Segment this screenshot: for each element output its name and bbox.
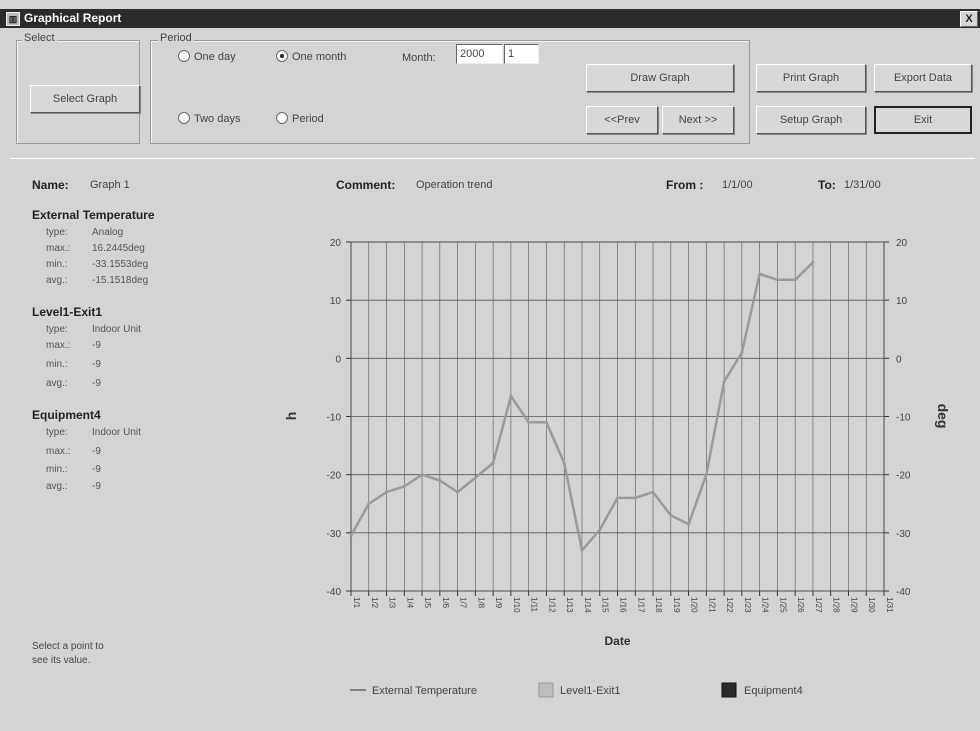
prop-key: type: (46, 324, 68, 335)
prop-key: type: (46, 427, 68, 438)
report-panel: Name: Graph 1 Comment: Operation trend F… (10, 158, 975, 729)
radio-two-days[interactable]: Two days (178, 112, 240, 125)
prop-key: max.: (46, 446, 71, 457)
prop-key: max.: (46, 340, 71, 351)
draw-graph-button[interactable]: Draw Graph (586, 64, 734, 92)
prop-key: avg.: (46, 378, 68, 389)
prop-value: -9 (92, 378, 101, 389)
radio-one-month-label: One month (292, 51, 347, 63)
prop-value: Analog (92, 227, 124, 238)
prop-value: 16.2445deg (92, 243, 145, 254)
name-label: Name: (32, 178, 69, 192)
radio-period[interactable]: Period (276, 112, 324, 125)
prop-value: Indoor Unit (92, 427, 141, 438)
year-input[interactable]: 2000 (456, 44, 503, 64)
prop-key: min.: (46, 464, 68, 475)
prop-key: max.: (46, 243, 71, 254)
radio-dot (178, 50, 190, 62)
select-group-label: Select (22, 32, 57, 44)
series-name-equipment4: Equipment4 (32, 408, 101, 422)
toolbar: Select Select Graph Period One day One m… (10, 32, 975, 150)
next-button[interactable]: Next >> (662, 106, 734, 134)
prop-value: -9 (92, 481, 101, 492)
prop-value: -15.1518deg (92, 275, 149, 286)
close-button[interactable]: X (960, 11, 978, 27)
hint-line-1: Select a point to (32, 641, 104, 652)
export-data-button[interactable]: Export Data (874, 64, 972, 92)
prop-value: -9 (92, 359, 101, 370)
from-value: 1/1/00 (722, 179, 753, 191)
to-value: 1/31/00 (844, 179, 881, 191)
prop-value: Indoor Unit (92, 324, 141, 335)
radio-one-month[interactable]: One month (276, 50, 346, 63)
prop-value: -9 (92, 340, 101, 351)
series-name-level1-exit1: Level1-Exit1 (32, 305, 103, 319)
prop-key: avg.: (46, 481, 68, 492)
setup-graph-button[interactable]: Setup Graph (756, 106, 866, 134)
exit-button[interactable]: Exit (874, 106, 972, 134)
to-label: To: (818, 178, 836, 192)
period-group (150, 40, 750, 144)
prop-key: min.: (46, 359, 68, 370)
radio-dot (178, 112, 190, 124)
radio-one-day-label: One day (194, 51, 236, 63)
month-label: Month: (402, 52, 436, 64)
prev-button[interactable]: <<Prev (586, 106, 658, 134)
from-label: From : (666, 178, 704, 192)
name-value: Graph 1 (90, 179, 130, 191)
hint-line-2: see its value. (32, 655, 91, 666)
comment-value: Operation trend (416, 179, 493, 191)
select-graph-button[interactable]: Select Graph (30, 85, 140, 113)
prop-value: -9 (92, 446, 101, 457)
radio-period-label: Period (292, 113, 324, 125)
prop-value: -33.1553deg (92, 259, 149, 270)
prop-key: avg.: (46, 275, 68, 286)
radio-dot-selected (276, 50, 288, 62)
window-title: Graphical Report (24, 11, 122, 25)
graphical-report-window: ▥ Graphical Report X Select Select Graph… (0, 0, 980, 731)
radio-one-day[interactable]: One day (178, 50, 236, 63)
prop-key: min.: (46, 259, 68, 270)
series-name-external-temperature: External Temperature (32, 208, 155, 222)
prop-value: -9 (92, 464, 101, 475)
comment-label: Comment: (336, 178, 396, 192)
month-input[interactable]: 1 (504, 44, 539, 64)
period-group-label: Period (158, 32, 194, 44)
radio-two-days-label: Two days (194, 113, 241, 125)
app-icon: ▥ (6, 12, 20, 26)
prop-key: type: (46, 227, 68, 238)
print-graph-button[interactable]: Print Graph (756, 64, 866, 92)
title-bar: ▥ Graphical Report X (0, 9, 980, 28)
radio-dot (276, 112, 288, 124)
